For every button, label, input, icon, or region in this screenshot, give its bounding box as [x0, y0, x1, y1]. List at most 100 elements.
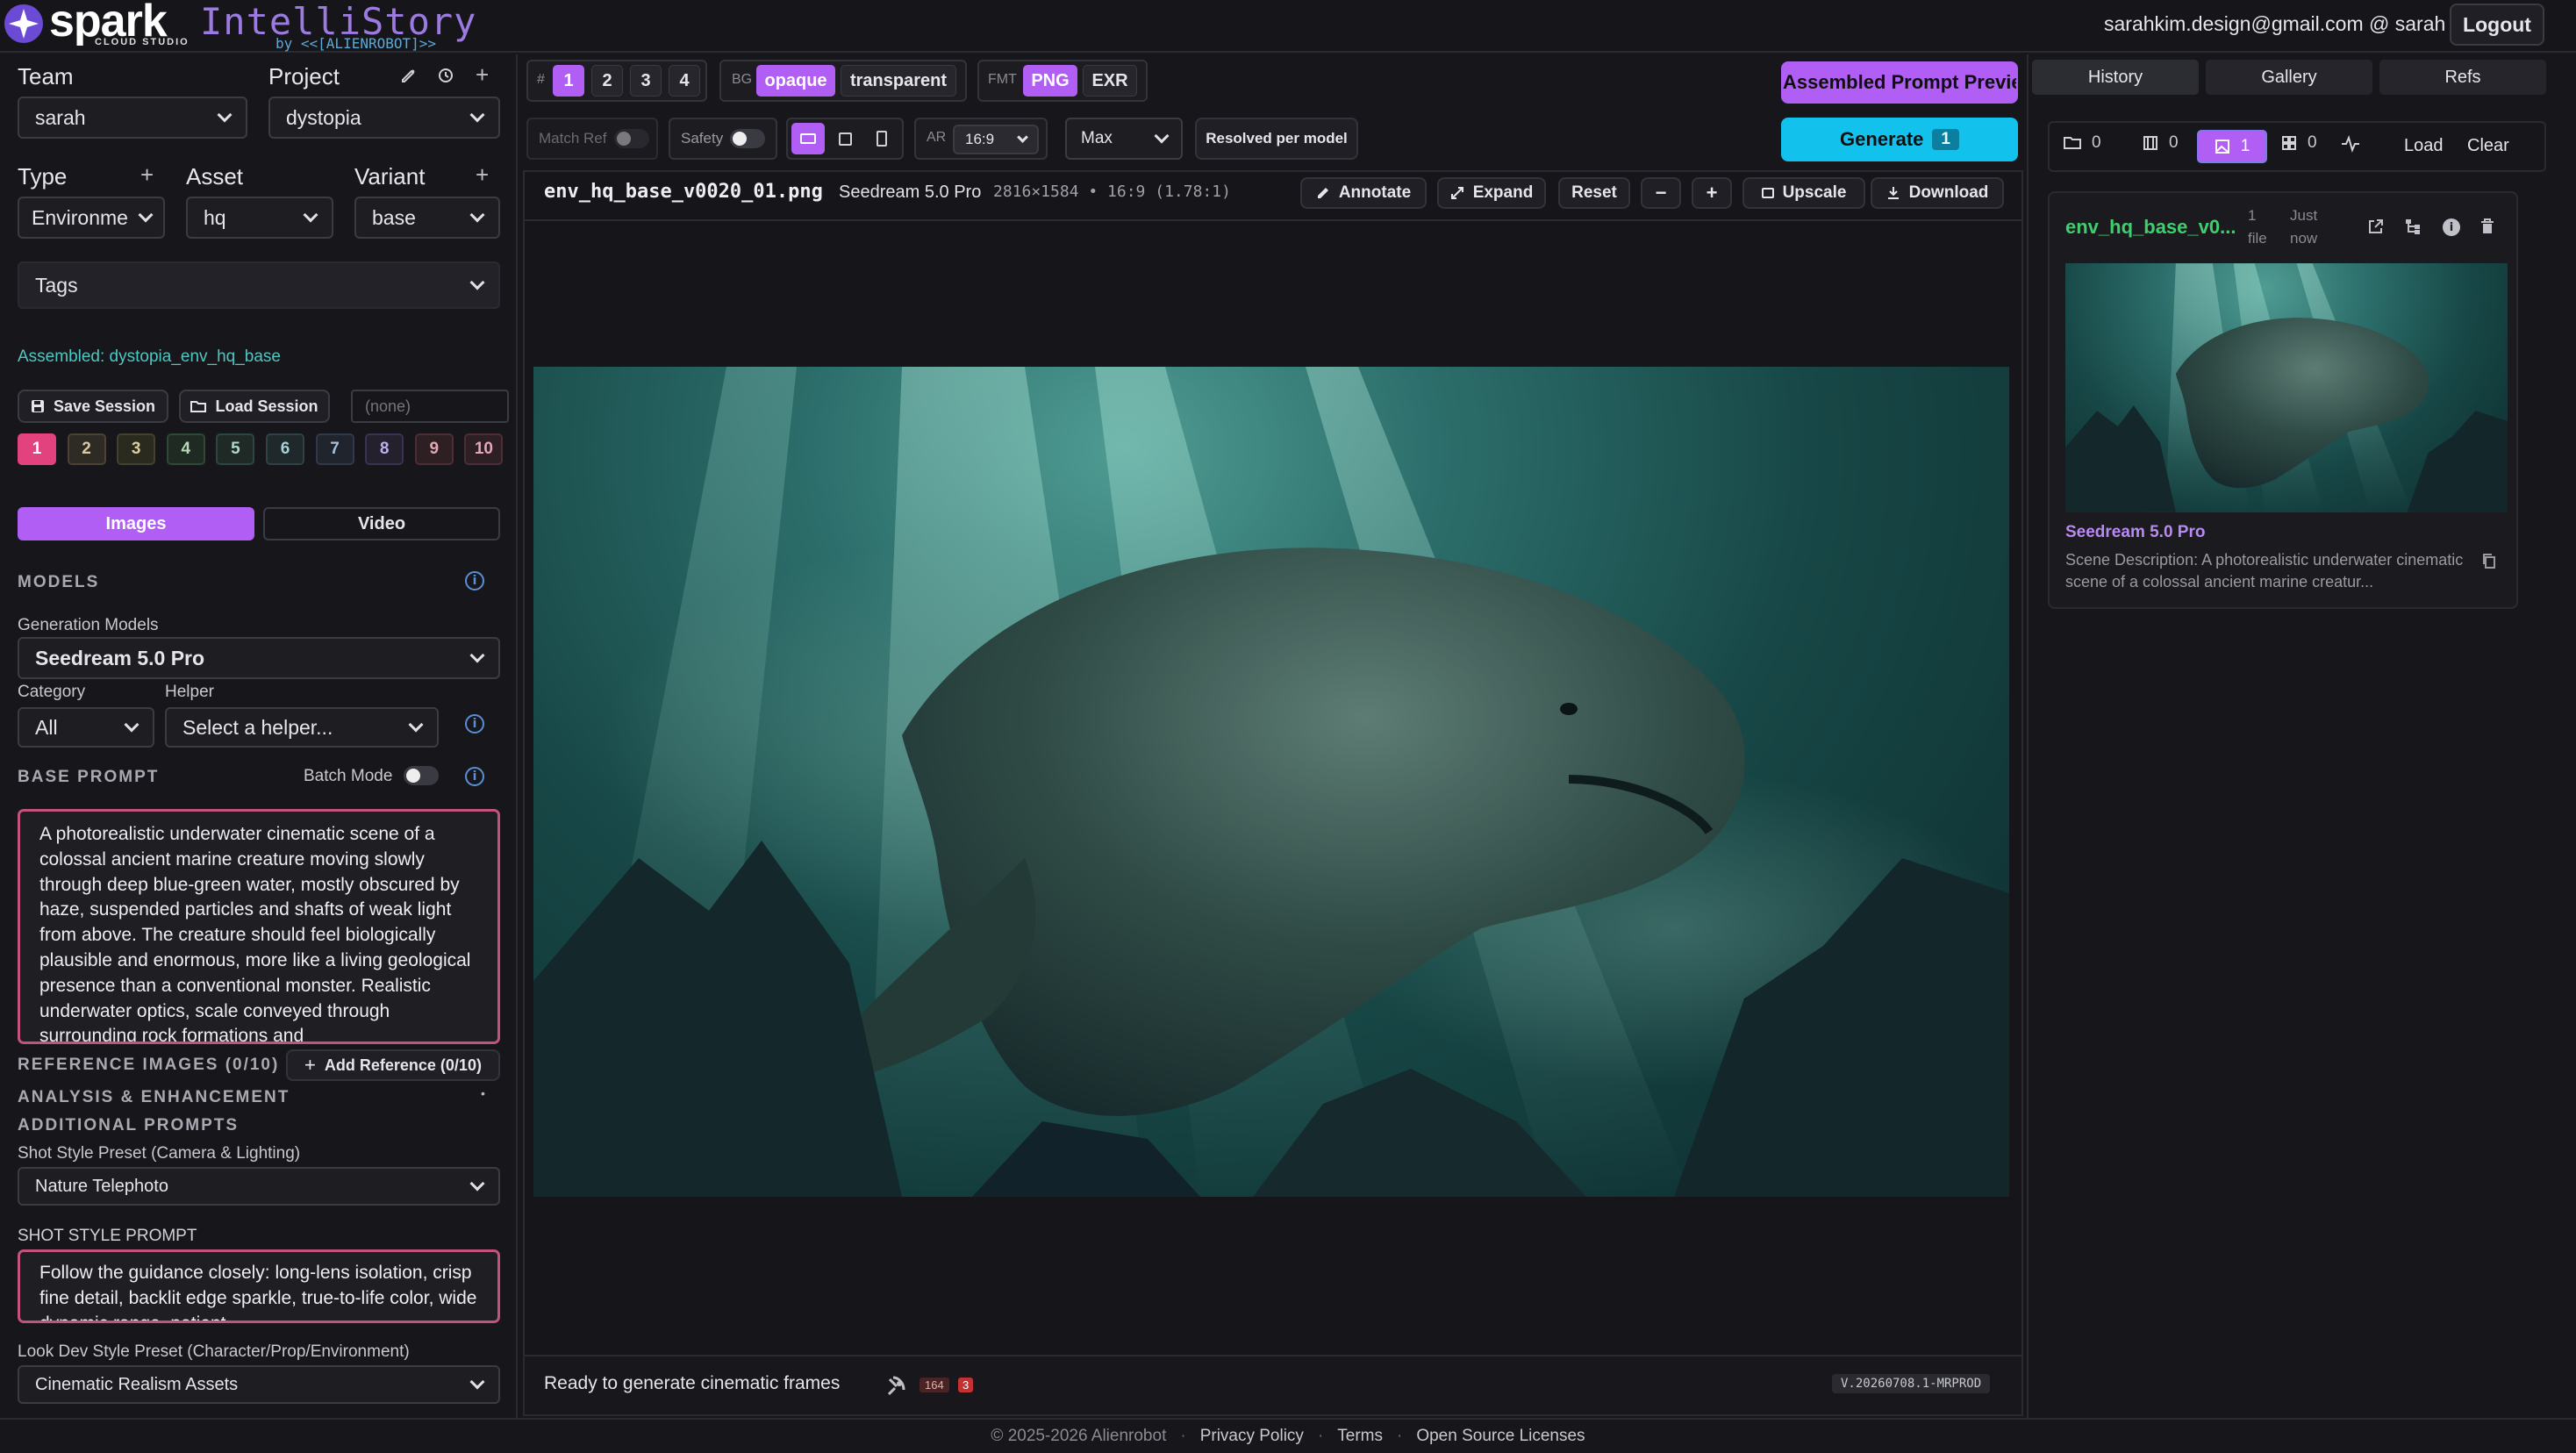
bg-transparent-button[interactable]: transparent: [841, 65, 956, 97]
analysis-heading[interactable]: ANALYSIS & ENHANCEMENT: [18, 1088, 290, 1107]
card-info-icon[interactable]: i: [2443, 218, 2460, 236]
asset-select[interactable]: hq: [186, 197, 333, 239]
bg-opaque-button[interactable]: opaque: [756, 65, 835, 97]
filter-video-count: 0: [2169, 133, 2179, 152]
shot-style-prompt-textarea[interactable]: Follow the guidance closely: long-lens i…: [18, 1249, 500, 1323]
logo-subtitle: CLOUD STUDIO: [95, 37, 190, 47]
generation-model-select[interactable]: Seedream 5.0 Pro: [18, 637, 500, 679]
logout-button[interactable]: Logout: [2450, 4, 2544, 46]
session-slot-4[interactable]: 4: [166, 433, 205, 465]
session-slot-2[interactable]: 2: [67, 433, 106, 465]
session-slot-7[interactable]: 7: [315, 433, 354, 465]
edit-project-icon[interactable]: [400, 67, 418, 84]
activity-icon[interactable]: [2341, 135, 2360, 153]
chevron-down-icon: [138, 207, 154, 223]
session-slot-1[interactable]: 1: [18, 433, 56, 465]
add-type-icon[interactable]: +: [140, 161, 154, 189]
project-select[interactable]: dystopia: [268, 97, 500, 139]
history-card-title[interactable]: env_hq_base_v0...: [2065, 216, 2236, 239]
underwater-creature-illustration: [533, 367, 2009, 1197]
aspect-ratio-select[interactable]: 16:9: [953, 125, 1039, 154]
batch-mode-toggle[interactable]: [404, 766, 439, 785]
tab-refs[interactable]: Refs: [2379, 60, 2546, 95]
trash-icon[interactable]: [2479, 218, 2495, 235]
lookdev-select[interactable]: Cinematic Realism Assets: [18, 1365, 500, 1404]
filter-video-button[interactable]: 0: [2143, 133, 2179, 153]
session-slot-10[interactable]: 10: [464, 433, 504, 465]
filter-images-button[interactable]: 1: [2197, 130, 2267, 163]
load-session-button[interactable]: Load Session: [179, 390, 330, 423]
open-external-icon[interactable]: [2367, 218, 2385, 235]
session-slot-8[interactable]: 8: [365, 433, 404, 465]
helper-select[interactable]: Select a helper...: [165, 707, 439, 748]
filter-grid-button[interactable]: 0: [2281, 133, 2317, 153]
save-session-button[interactable]: Save Session: [18, 390, 168, 423]
type-label: Type: [18, 163, 68, 190]
landscape-orientation-button[interactable]: [791, 123, 825, 154]
footer-terms-link[interactable]: Terms: [1337, 1427, 1383, 1446]
expand-button[interactable]: Expand: [1437, 177, 1546, 209]
type-select[interactable]: Environme: [18, 197, 165, 239]
filter-folders-button[interactable]: 0: [2064, 133, 2101, 153]
session-name-input[interactable]: [351, 390, 509, 423]
fmt-exr-button[interactable]: EXR: [1083, 65, 1137, 97]
upscale-icon: [1761, 188, 1774, 198]
viewer-meta: 2816×1584 • 16:9 (1.78:1): [993, 183, 1231, 201]
session-slot-6[interactable]: 6: [266, 433, 304, 465]
count-button-2[interactable]: 2: [591, 65, 623, 97]
count-button-4[interactable]: 4: [669, 65, 700, 97]
session-slot-5[interactable]: 5: [216, 433, 255, 465]
quality-select[interactable]: Max: [1065, 118, 1183, 160]
annotate-button[interactable]: Annotate: [1300, 177, 1427, 209]
reset-button[interactable]: Reset: [1558, 177, 1630, 209]
chevron-down-icon: [469, 107, 485, 123]
models-info-icon[interactable]: i: [465, 571, 484, 591]
variant-select[interactable]: base: [354, 197, 500, 239]
tab-history[interactable]: History: [2032, 60, 2199, 95]
square-orientation-button[interactable]: [828, 123, 862, 154]
count-button-3[interactable]: 3: [630, 65, 662, 97]
history-clear-button[interactable]: Clear: [2467, 136, 2509, 156]
app-logo[interactable]: spark CLOUD STUDIO IntelliStory by <<[AL…: [0, 0, 491, 53]
mode-images-tab[interactable]: Images: [18, 507, 254, 540]
shot-style-select[interactable]: Nature Telephoto: [18, 1167, 500, 1206]
download-button[interactable]: Download: [1871, 177, 2004, 209]
generate-button[interactable]: Generate 1: [1781, 118, 2018, 161]
category-select[interactable]: All: [18, 707, 154, 748]
fmt-png-button[interactable]: PNG: [1023, 65, 1077, 97]
session-slot-9[interactable]: 9: [414, 433, 454, 465]
zoom-out-button[interactable]: −: [1641, 177, 1681, 209]
session-slot-3[interactable]: 3: [117, 433, 156, 465]
team-label: Team: [18, 63, 74, 89]
footer-privacy-link[interactable]: Privacy Policy: [1200, 1427, 1304, 1446]
team-select[interactable]: sarah: [18, 97, 247, 139]
resolved-per-model-button[interactable]: Resolved per model: [1195, 118, 1358, 160]
add-reference-label: Add Reference (0/10): [324, 1056, 482, 1074]
history-load-button[interactable]: Load: [2404, 136, 2444, 156]
generated-image[interactable]: [533, 367, 2009, 1197]
add-variant-icon[interactable]: +: [476, 161, 489, 189]
base-prompt-info-icon[interactable]: i: [465, 767, 484, 786]
copy-icon[interactable]: [2481, 553, 2497, 570]
tree-icon[interactable]: [2404, 218, 2422, 235]
footer-licenses-link[interactable]: Open Source Licenses: [1416, 1427, 1585, 1446]
count-button-1[interactable]: 1: [553, 65, 584, 97]
assembled-prompt-preview-button[interactable]: Assembled Prompt Preview: [1781, 61, 2018, 104]
portrait-orientation-button[interactable]: [865, 123, 898, 154]
history-project-icon[interactable]: [437, 67, 454, 84]
match-ref-toggle[interactable]: [614, 129, 649, 148]
base-prompt-textarea[interactable]: A photorealistic underwater cinematic sc…: [18, 809, 500, 1044]
helper-info-icon[interactable]: i: [465, 714, 484, 734]
download-icon: [1887, 187, 1899, 199]
history-card-thumbnail[interactable]: [2065, 263, 2508, 512]
add-project-icon[interactable]: +: [476, 61, 489, 89]
add-reference-button[interactable]: + Add Reference (0/10): [286, 1049, 500, 1081]
upscale-button[interactable]: Upscale: [1742, 177, 1865, 209]
analysis-expand-icon[interactable]: •: [481, 1086, 485, 1100]
safety-toggle[interactable]: [730, 129, 765, 148]
mode-video-tab[interactable]: Video: [263, 507, 500, 540]
tags-dropdown[interactable]: Tags: [18, 261, 500, 309]
tab-gallery[interactable]: Gallery: [2206, 60, 2372, 95]
zoom-in-button[interactable]: +: [1692, 177, 1732, 209]
type-select-value: Environme: [32, 205, 128, 229]
